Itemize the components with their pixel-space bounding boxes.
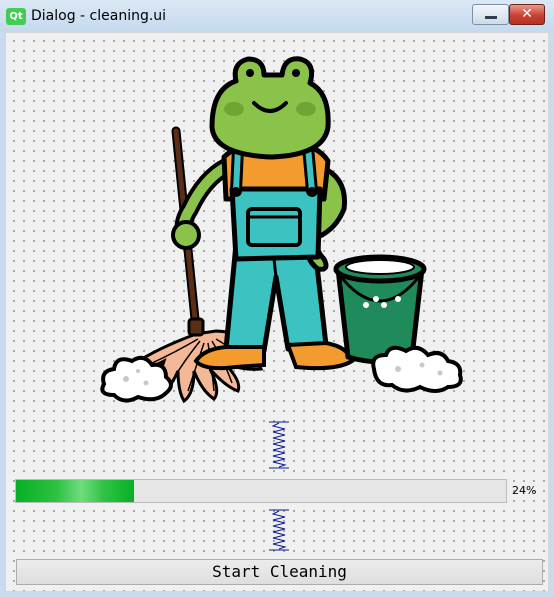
title-bar[interactable]: Qt Dialog - cleaning.ui ✕ [0,0,554,32]
close-button[interactable]: ✕ [509,4,545,25]
soap-foam-icon [371,345,463,393]
start-cleaning-button[interactable]: Start Cleaning [16,559,543,585]
progress-bar [15,479,507,503]
progress-fill [16,480,134,502]
minimize-icon [485,16,497,19]
soap-foam-icon [100,355,173,403]
qt-logo-icon: Qt [6,8,26,25]
bucket-icon [333,254,427,365]
dialog-client-area: 24% Start Cleaning [5,32,549,592]
dialog-window: Qt Dialog - cleaning.ui ✕ 24% Start Clea… [0,0,554,597]
window-title: Dialog - cleaning.ui [31,8,167,24]
progress-percent-label: 24% [512,484,537,497]
vertical-spacer [269,509,289,551]
vertical-spacer [269,421,289,469]
minimize-button[interactable] [472,4,509,25]
close-icon: ✕ [521,6,533,22]
cleaning-frog-illustration [100,56,463,404]
